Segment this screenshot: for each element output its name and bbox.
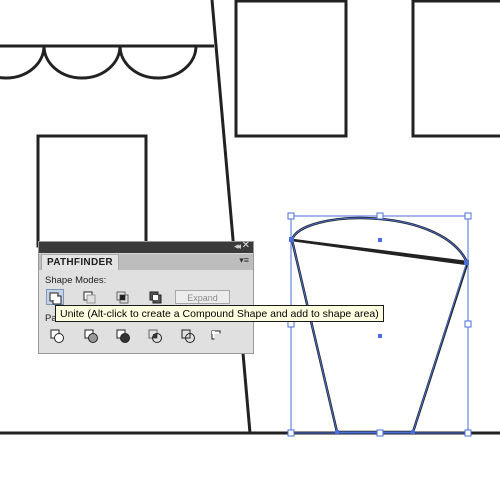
- close-panel-icon[interactable]: ✕: [242, 240, 250, 251]
- awning-scallops: [0, 45, 198, 80]
- intersect-button[interactable]: [114, 289, 132, 305]
- pathfinder-panel: ◂◂ ✕ PATHFINDER ▾≡ Shape Modes: Expand P…: [38, 240, 254, 354]
- unite-tooltip: Unite (Alt-click to create a Compound Sh…: [55, 305, 384, 322]
- tab-pathfinder[interactable]: PATHFINDER: [41, 254, 119, 270]
- panel-title-bar[interactable]: ◂◂ ✕: [39, 240, 253, 253]
- minus-back-button[interactable]: [209, 328, 227, 344]
- merge-button[interactable]: [115, 328, 133, 344]
- expand-button[interactable]: Expand: [175, 290, 230, 304]
- outline-button[interactable]: [180, 328, 198, 344]
- bounding-box-handles[interactable]: [287, 212, 472, 437]
- trim-button[interactable]: [83, 328, 101, 344]
- merge-icon: [116, 329, 130, 343]
- exclude-icon: [149, 291, 162, 304]
- window-top-right: [411, 0, 500, 138]
- anchor-points: [289, 237, 469, 434]
- crop-icon: [148, 329, 162, 343]
- divide-button[interactable]: [49, 328, 67, 344]
- minus-back-icon: [211, 330, 224, 343]
- minus-front-button[interactable]: [81, 289, 99, 305]
- minus-front-icon: [83, 291, 96, 304]
- panel-menu-icon[interactable]: ▾≡: [239, 255, 249, 266]
- collapse-panel-icon[interactable]: ◂◂: [234, 241, 241, 252]
- trim-icon: [84, 329, 98, 343]
- window-left: [36, 134, 148, 248]
- shape-modes-label: Shape Modes:: [45, 275, 107, 286]
- exclude-button[interactable]: [147, 289, 165, 305]
- unite-icon: [49, 292, 62, 305]
- divide-icon: [50, 329, 64, 343]
- crop-button[interactable]: [147, 328, 165, 344]
- selection-bounding-box: [290, 215, 469, 434]
- intersect-icon: [116, 291, 129, 304]
- window-top-middle: [234, 0, 348, 138]
- unite-button[interactable]: [46, 289, 64, 305]
- building-edge-line: [210, 0, 252, 434]
- outline-icon: [181, 329, 195, 343]
